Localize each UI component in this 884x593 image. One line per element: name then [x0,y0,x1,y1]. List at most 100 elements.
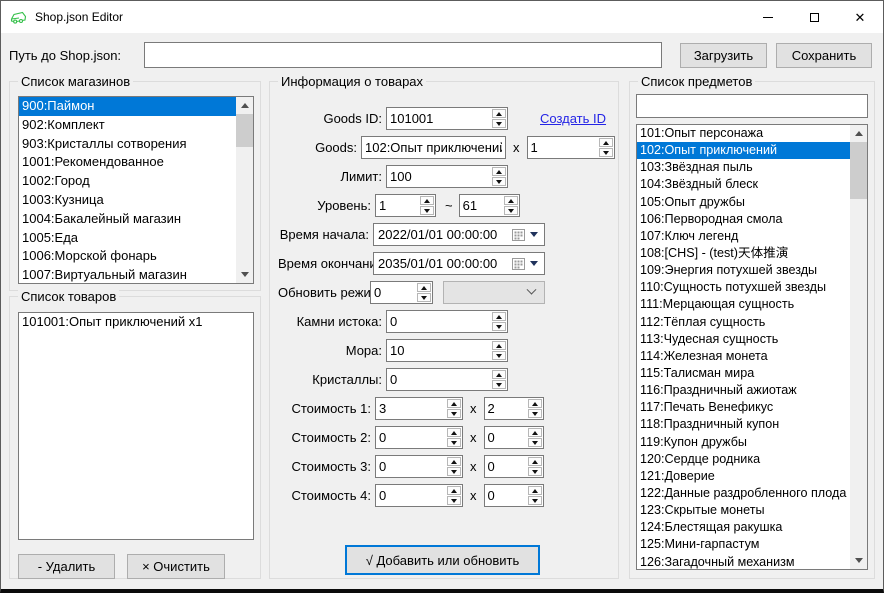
load-button[interactable]: Загрузить [680,43,767,68]
shop-list-item[interactable]: 1006:Морской фонарь [19,247,236,266]
primogems-input[interactable] [387,311,491,332]
item-list-item[interactable]: 125:Мини-гарпастум [637,536,850,553]
goods-list[interactable]: 101001:Опыт приключений x1 [18,312,254,540]
mora-input[interactable] [387,340,491,361]
scroll-down-icon[interactable] [236,266,253,283]
spin-down-icon[interactable] [599,148,613,157]
shop-list-item[interactable]: 1002:Город [19,172,236,191]
goods-list-item[interactable]: 101001:Опыт приключений x1 [19,313,253,332]
add-or-update-button[interactable]: √ Добавить или обновить [345,545,540,575]
cost-value-spinner[interactable] [375,426,463,449]
item-list-item[interactable]: 111:Мерцающая сущность [637,296,850,313]
item-list-item[interactable]: 120:Сердце родника [637,451,850,468]
shop-list-item[interactable]: 900:Паймон [19,97,236,116]
item-list-item[interactable]: 124:Блестящая ракушка [637,519,850,536]
item-list-item[interactable]: 119:Купон дружбы [637,434,850,451]
item-list-item[interactable]: 126:Загадочный механизм [637,554,850,570]
item-list-item[interactable]: 122:Данные раздробленного плода [637,485,850,502]
spin-down-icon[interactable] [528,496,542,505]
delete-button[interactable]: - Удалить [18,554,115,579]
item-list-item[interactable]: 116:Праздничный ажиотаж [637,382,850,399]
item-list-item[interactable]: 123:Скрытые монеты [637,502,850,519]
spin-up-icon[interactable] [528,457,542,466]
shop-list[interactable]: 900:Паймон902:Комплект903:Кристаллы сотв… [18,96,254,284]
spin-up-icon[interactable] [492,167,506,176]
scroll-up-icon[interactable] [236,97,253,114]
spin-down-icon[interactable] [417,293,431,302]
item-list-item[interactable]: 113:Чудесная сущность [637,331,850,348]
item-list-item[interactable]: 108:[CHS] - (test)天体推演 [637,245,850,262]
level-min-input[interactable] [376,195,419,216]
spin-down-icon[interactable] [492,351,506,360]
spin-up-icon[interactable] [492,109,506,118]
spin-down-icon[interactable] [492,380,506,389]
spin-down-icon[interactable] [492,119,506,128]
cost-value-spinner[interactable] [375,484,463,507]
spin-up-icon[interactable] [447,428,461,437]
shop-list-item[interactable]: 1005:Еда [19,229,236,248]
spin-up-icon[interactable] [528,486,542,495]
level-max-input[interactable] [460,195,503,216]
cost-value-input[interactable] [376,398,446,419]
spin-up-icon[interactable] [504,196,518,205]
shop-list-item[interactable]: 1007:Виртуальный магазин [19,266,236,284]
crystals-input[interactable] [387,369,491,390]
spin-up-icon[interactable] [528,428,542,437]
scroll-up-icon[interactable] [850,125,867,142]
shop-list-item[interactable]: 1003:Кузница [19,191,236,210]
goods-id-spinner[interactable] [386,107,508,130]
shop-list-item[interactable]: 902:Комплект [19,116,236,135]
level-max-spinner[interactable] [459,194,520,217]
item-list-item[interactable]: 104:Звёздный блеск [637,176,850,193]
spin-down-icon[interactable] [528,409,542,418]
mora-spinner[interactable] [386,339,508,362]
time-end-picker[interactable]: 2035/01/01 00:00:00 [373,252,545,275]
scroll-thumb[interactable] [236,114,253,147]
close-button[interactable]: ✕ [837,1,883,33]
spin-up-icon[interactable] [492,312,506,321]
limit-spinner[interactable] [386,165,508,188]
goods-id-input[interactable] [387,108,491,129]
item-list-item[interactable]: 110:Сущность потухшей звезды [637,279,850,296]
refresh-mode-spinner[interactable] [370,281,433,304]
spin-up-icon[interactable] [492,341,506,350]
spin-down-icon[interactable] [447,438,461,447]
save-button[interactable]: Сохранить [776,43,872,68]
time-start-picker[interactable]: 2022/01/01 00:00:00 [373,223,545,246]
item-list-item[interactable]: 112:Тёплая сущность [637,314,850,331]
cost-count-spinner[interactable] [484,426,544,449]
create-id-link[interactable]: Создать ID [540,111,606,126]
date-dropdown-icon[interactable] [530,232,538,237]
item-list-item[interactable]: 121:Доверие [637,468,850,485]
item-list-item[interactable]: 115:Талисман мира [637,365,850,382]
spin-up-icon[interactable] [528,399,542,408]
spin-up-icon[interactable] [420,196,434,205]
cost-value-spinner[interactable] [375,397,463,420]
item-list-item[interactable]: 106:Первородная смола [637,211,850,228]
path-input[interactable] [144,42,662,68]
spin-down-icon[interactable] [420,206,434,215]
item-list-item[interactable]: 102:Опыт приключений [637,142,850,159]
refresh-mode-combo[interactable] [443,281,545,304]
goods-input[interactable] [361,136,506,159]
item-list-item[interactable]: 117:Печать Венефикус [637,399,850,416]
cost-count-spinner[interactable] [484,455,544,478]
spin-down-icon[interactable] [447,467,461,476]
item-list-item[interactable]: 105:Опыт дружбы [637,194,850,211]
limit-input[interactable] [387,166,491,187]
item-list-item[interactable]: 109:Энергия потухшей звезды [637,262,850,279]
spin-down-icon[interactable] [492,177,506,186]
item-list-item[interactable]: 107:Ключ легенд [637,228,850,245]
maximize-button[interactable] [791,1,837,33]
refresh-mode-input[interactable] [371,282,416,303]
shop-list-scrollbar[interactable] [236,97,253,283]
cost-value-spinner[interactable] [375,455,463,478]
cost-count-spinner[interactable] [484,397,544,420]
cost-count-spinner[interactable] [484,484,544,507]
minimize-button[interactable] [745,1,791,33]
spin-up-icon[interactable] [492,370,506,379]
item-list-item[interactable]: 103:Звёздная пыль [637,159,850,176]
crystals-spinner[interactable] [386,368,508,391]
item-list-scrollbar[interactable] [850,125,867,569]
spin-down-icon[interactable] [504,206,518,215]
